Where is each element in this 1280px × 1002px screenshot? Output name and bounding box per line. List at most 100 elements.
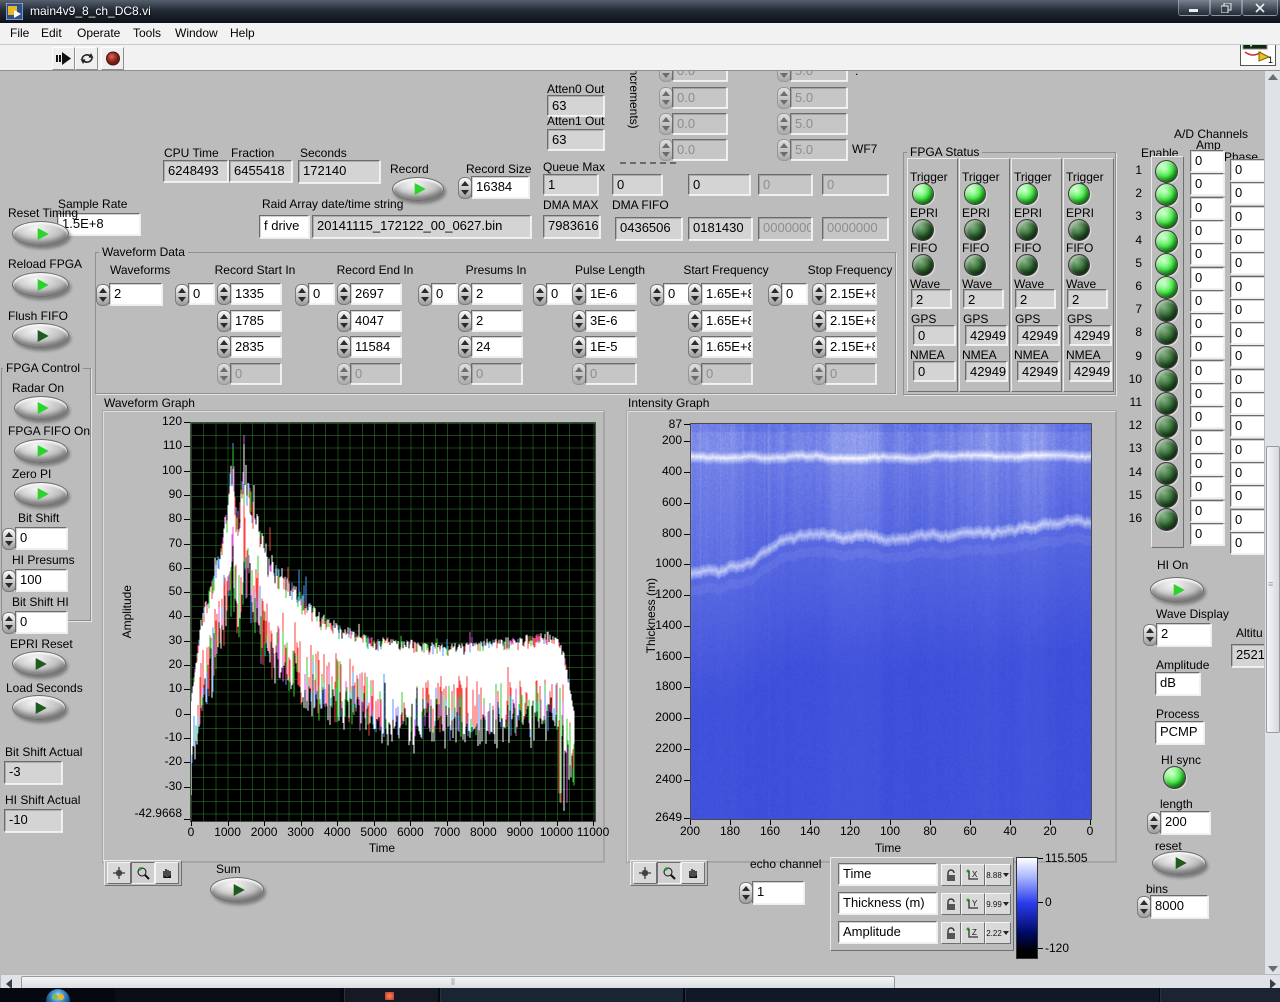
radar-on-button[interactable] (14, 396, 68, 420)
load-seconds-button[interactable] (12, 695, 66, 720)
wfd-value-spinner[interactable] (572, 310, 586, 332)
wfd-index-input[interactable]: 0 (663, 283, 689, 304)
run-button[interactable] (52, 47, 75, 70)
vertical-scrollbar[interactable]: ≡ (1264, 70, 1280, 976)
axis-autoscale-icon[interactable]: Z (961, 922, 985, 944)
amp-input[interactable]: 0 (1190, 243, 1224, 266)
amp-input[interactable]: 0 (1190, 452, 1224, 475)
amp-input[interactable]: 0 (1190, 336, 1224, 359)
wfd-value-input[interactable]: 24 (471, 336, 522, 357)
wfd-value-input[interactable]: 1785 (230, 310, 281, 331)
menu-tools[interactable]: Tools (133, 26, 161, 40)
epri-reset-button[interactable] (12, 651, 66, 676)
amp-input[interactable]: 0 (1190, 313, 1224, 336)
wfd-index-spinner[interactable] (650, 284, 664, 306)
amp-input[interactable]: 0 (1190, 359, 1224, 382)
phase-input[interactable]: 0 (1230, 182, 1266, 205)
wfd-value-input[interactable]: 2.15E+8 (825, 336, 876, 357)
wfd-value-spinner[interactable] (458, 283, 472, 305)
amp-input[interactable]: 0 (1190, 219, 1224, 242)
windows-taskbar[interactable] (0, 988, 1280, 1002)
axis-format-button[interactable]: 2.22 (985, 922, 1011, 944)
wfd-index-input[interactable]: 0 (546, 283, 572, 304)
axis-name-input[interactable]: Time (838, 863, 937, 885)
phase-input[interactable]: 0 (1230, 159, 1266, 181)
taskbar-app-icon[interactable] (385, 992, 394, 1000)
pan-tool-icon[interactable] (681, 862, 705, 884)
amp-input[interactable]: 0 (1190, 476, 1224, 499)
taskbar-segment[interactable] (685, 988, 1159, 1002)
flush-fifo-button[interactable] (12, 323, 69, 348)
phase-input[interactable]: 0 (1230, 275, 1266, 298)
raid-drive-input[interactable]: f drive (259, 215, 309, 238)
wfd-value-input[interactable]: 11584 (350, 336, 401, 357)
bins-spinner[interactable] (1137, 896, 1151, 918)
wfd-index-spinner[interactable] (295, 284, 309, 306)
amp-input[interactable]: 0 (1190, 429, 1224, 452)
wfd-value-spinner[interactable] (458, 336, 472, 358)
crosshair-tool-icon[interactable] (107, 862, 131, 884)
taskbar-segment[interactable] (115, 988, 340, 1002)
wfd-value-input[interactable]: 2.15E+8 (825, 310, 876, 331)
menu-window[interactable]: Window (175, 26, 218, 40)
phase-input[interactable]: 0 (1230, 392, 1266, 414)
length-input[interactable]: 200 (1160, 811, 1210, 834)
wfd-value-spinner[interactable] (688, 283, 702, 305)
phase-input[interactable]: 0 (1230, 415, 1266, 438)
wfd-index-input[interactable]: 0 (188, 283, 214, 304)
wfd-index-spinner[interactable] (175, 284, 189, 306)
scroll-down-arrow[interactable] (1268, 966, 1278, 972)
bit-shift-hi-input[interactable]: 0 (15, 611, 67, 633)
axis-name-input[interactable]: Amplitude (838, 921, 937, 943)
wfd-value-spinner[interactable] (217, 336, 231, 358)
amplitude-input[interactable]: dB (1155, 672, 1200, 695)
intensity-plot[interactable] (690, 423, 1092, 820)
axis-autoscale-icon[interactable]: X (961, 864, 985, 886)
wfd-value-spinner[interactable] (217, 283, 231, 305)
waveforms-spinner[interactable] (96, 284, 110, 306)
process-input[interactable]: PCMP (1155, 721, 1204, 744)
axis-format-button[interactable]: 8.88 (985, 864, 1011, 886)
reload-fpga-button[interactable] (12, 272, 69, 297)
axis-lock-icon[interactable] (941, 893, 961, 915)
wfd-value-input[interactable]: 3E-6 (585, 310, 636, 331)
wfd-value-input[interactable]: 1.65E+8 (701, 283, 752, 304)
phase-input[interactable]: 0 (1230, 252, 1266, 275)
wfd-value-input[interactable]: 4047 (350, 310, 401, 331)
echo-channel-spinner[interactable] (739, 882, 753, 904)
amp-input[interactable]: 0 (1190, 406, 1224, 429)
wfd-value-spinner[interactable] (337, 310, 351, 332)
amp-input[interactable]: 0 (1190, 266, 1224, 289)
wfd-value-input[interactable]: 2 (471, 310, 522, 331)
waveforms-input[interactable]: 2 (109, 283, 162, 305)
phase-input[interactable]: 0 (1230, 298, 1266, 321)
hi-on-button[interactable] (1150, 577, 1204, 602)
wave-display-input[interactable]: 2 (1156, 623, 1211, 646)
wfd-value-input[interactable]: 1.65E+8 (701, 336, 752, 357)
wfd-value-input[interactable]: 1.65E+8 (701, 310, 752, 331)
minimize-button[interactable] (1178, 0, 1210, 16)
phase-input[interactable]: 0 (1230, 368, 1266, 391)
wfd-value-spinner[interactable] (688, 336, 702, 358)
start-orb[interactable] (44, 988, 72, 1002)
restore-button[interactable] (1210, 0, 1242, 16)
record-size-spinner[interactable] (458, 177, 472, 199)
crosshair-tool-icon[interactable] (633, 862, 657, 884)
scroll-up-arrow[interactable] (1268, 74, 1278, 80)
wfd-value-spinner[interactable] (217, 310, 231, 332)
phase-input[interactable]: 0 (1230, 438, 1266, 461)
wfd-value-spinner[interactable] (572, 336, 586, 358)
echo-channel-input[interactable]: 1 (752, 881, 804, 904)
wfd-index-spinner[interactable] (418, 284, 432, 306)
wfd-value-spinner[interactable] (812, 283, 826, 305)
amp-input[interactable]: 0 (1190, 173, 1224, 196)
fpga-fifo-on-button[interactable] (14, 439, 68, 463)
menu-help[interactable]: Help (230, 26, 255, 40)
reset-button[interactable] (1152, 851, 1206, 875)
wfd-value-input[interactable]: 2697 (350, 283, 401, 304)
wfd-index-input[interactable]: 0 (308, 283, 334, 304)
hi-presums-input[interactable]: 100 (15, 569, 67, 591)
menu-edit[interactable]: Edit (41, 26, 62, 40)
wfd-value-spinner[interactable] (688, 310, 702, 332)
wfd-value-spinner[interactable] (458, 310, 472, 332)
